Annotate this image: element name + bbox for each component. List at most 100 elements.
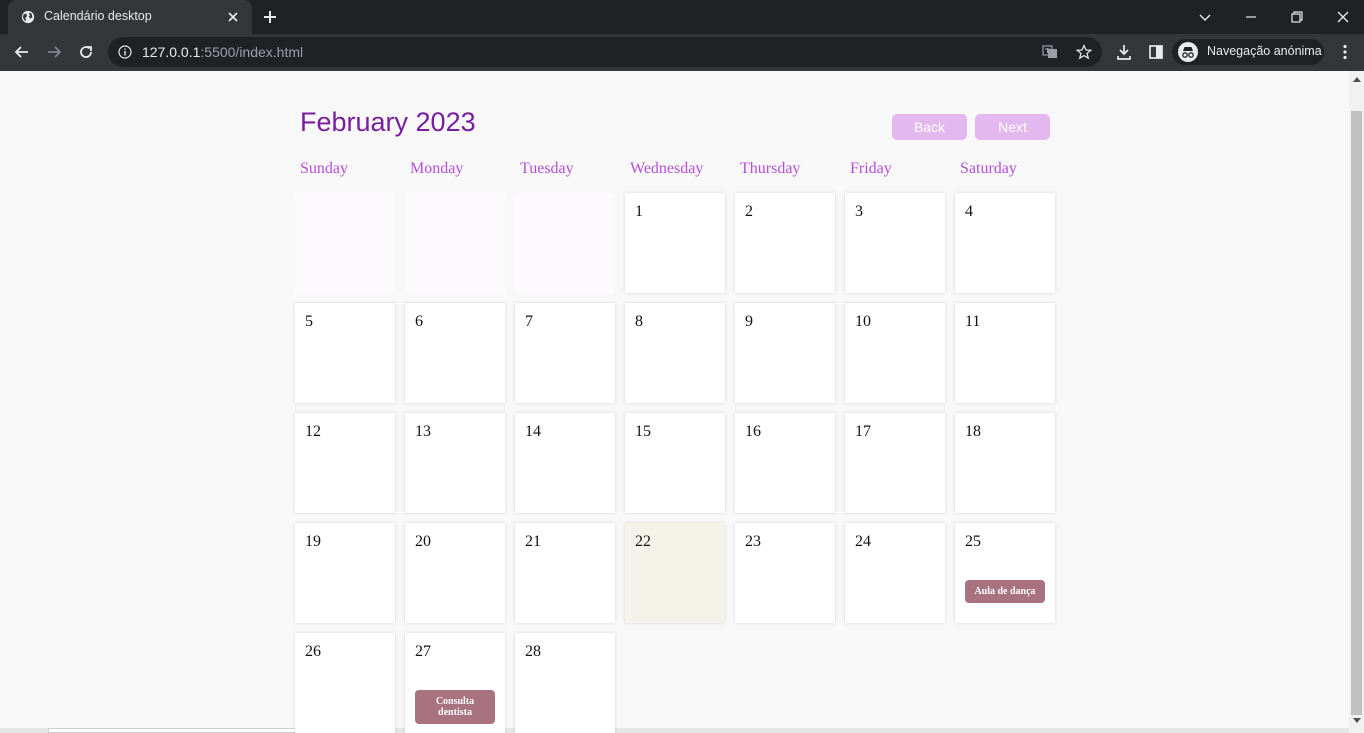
day-cell[interactable]: 12 (295, 413, 395, 513)
day-number: 27 (415, 643, 431, 660)
day-cell[interactable]: 1 (625, 193, 725, 293)
day-cell[interactable]: 23 (735, 523, 835, 623)
day-cell[interactable]: 20 (405, 523, 505, 623)
day-cell[interactable]: 14 (515, 413, 615, 513)
day-cell[interactable]: 7 (515, 303, 615, 403)
tab-title: Calendário desktop (44, 9, 152, 23)
weekday-saturday: Saturday (960, 160, 1017, 177)
download-icon[interactable] (1114, 42, 1134, 62)
day-cell[interactable]: 10 (845, 303, 945, 403)
weekday-sunday: Sunday (300, 160, 348, 177)
scroll-down-arrow-icon[interactable] (1353, 718, 1361, 723)
url-host: 127.0.0.1 (142, 44, 201, 60)
padding-day-cell (515, 193, 615, 293)
day-cell[interactable]: 15 (625, 413, 725, 513)
day-number: 8 (635, 313, 643, 330)
translate-icon[interactable] (1042, 44, 1058, 60)
more-menu-icon[interactable] (1335, 42, 1355, 62)
scroll-up-arrow-icon[interactable] (1353, 77, 1361, 82)
close-tab-icon[interactable] (226, 10, 240, 24)
day-number: 21 (525, 533, 541, 550)
day-cell[interactable]: 21 (515, 523, 615, 623)
day-number: 9 (745, 313, 753, 330)
day-number: 13 (415, 423, 431, 440)
padding-day-cell (405, 193, 505, 293)
day-number: 24 (855, 533, 871, 550)
incognito-profile-button[interactable]: Navegação anónima (1172, 39, 1324, 65)
site-info-icon[interactable] (118, 45, 132, 59)
day-cell[interactable]: 16 (735, 413, 835, 513)
day-cell[interactable]: 19 (295, 523, 395, 623)
minimize-icon[interactable] (1241, 7, 1261, 27)
forward-arrow-icon[interactable] (44, 42, 64, 62)
day-number: 16 (745, 423, 761, 440)
padding-day-cell (295, 193, 395, 293)
scroll-thumb[interactable] (1351, 111, 1362, 715)
day-number: 4 (965, 203, 973, 220)
reload-icon[interactable] (76, 42, 96, 62)
profile-label: Navegação anónima (1207, 44, 1322, 58)
day-number: 20 (415, 533, 431, 550)
day-cell[interactable]: 6 (405, 303, 505, 403)
day-cell[interactable]: 4 (955, 193, 1055, 293)
day-cell[interactable]: 18 (955, 413, 1055, 513)
day-cell[interactable]: 24 (845, 523, 945, 623)
globe-icon (21, 10, 35, 24)
day-cell[interactable]: 2 (735, 193, 835, 293)
day-number: 18 (965, 423, 981, 440)
day-number: 19 (305, 533, 321, 550)
day-cell-today[interactable]: 22 (625, 523, 725, 623)
day-number: 17 (855, 423, 871, 440)
back-arrow-icon[interactable] (12, 42, 32, 62)
horizontal-scroll-thumb[interactable] (48, 728, 336, 733)
close-window-icon[interactable] (1333, 7, 1353, 27)
vertical-scrollbar[interactable] (1349, 71, 1364, 733)
url-path: :5500/index.html (200, 44, 304, 60)
day-number: 11 (965, 313, 981, 330)
day-number: 25 (965, 533, 981, 550)
restore-icon[interactable] (1287, 7, 1307, 27)
day-number: 12 (305, 423, 321, 440)
back-button[interactable]: Back (892, 114, 967, 140)
weekday-tuesday: Tuesday (520, 160, 574, 177)
day-number: 6 (415, 313, 423, 330)
weekday-friday: Friday (850, 160, 892, 177)
browser-tab[interactable]: Calendário desktop (8, 0, 252, 34)
bookmark-star-icon[interactable] (1076, 44, 1092, 60)
tab-search-icon[interactable] (1195, 7, 1215, 27)
weekday-thursday: Thursday (740, 160, 801, 177)
day-cell[interactable]: 28 (515, 633, 615, 733)
day-cell[interactable]: 5 (295, 303, 395, 403)
day-number: 28 (525, 643, 541, 660)
address-bar[interactable]: 127.0.0.1:5500/index.html (108, 37, 1102, 67)
day-cell[interactable]: 26 (295, 633, 395, 733)
horizontal-scrollbar[interactable] (0, 728, 1349, 733)
day-number: 7 (525, 313, 533, 330)
day-cell[interactable]: 11 (955, 303, 1055, 403)
weekday-wednesday: Wednesday (630, 160, 704, 177)
day-cell[interactable]: 3 (845, 193, 945, 293)
browser-toolbar: 127.0.0.1:5500/index.html Navegação anón… (0, 34, 1364, 71)
day-cell[interactable]: 9 (735, 303, 835, 403)
month-title: February 2023 (300, 107, 476, 137)
day-cell[interactable]: 25 Aula de dança (955, 523, 1055, 623)
day-number: 1 (635, 203, 643, 220)
day-number: 3 (855, 203, 863, 220)
day-cell[interactable]: 17 (845, 413, 945, 513)
day-cell[interactable]: 8 (625, 303, 725, 403)
incognito-icon (1178, 42, 1198, 62)
new-tab-icon[interactable] (262, 9, 278, 25)
url-text: 127.0.0.1:5500/index.html (142, 44, 303, 60)
day-cell[interactable]: 27 Consulta dentista (405, 633, 505, 733)
day-number: 22 (635, 533, 651, 550)
day-number: 26 (305, 643, 321, 660)
event-badge[interactable]: Aula de dança (965, 580, 1045, 603)
day-number: 2 (745, 203, 753, 220)
side-panel-icon[interactable] (1146, 42, 1166, 62)
next-button[interactable]: Next (975, 114, 1050, 140)
day-number: 5 (305, 313, 313, 330)
day-number: 14 (525, 423, 541, 440)
event-badge[interactable]: Consulta dentista (415, 690, 495, 724)
day-cell[interactable]: 13 (405, 413, 505, 513)
weekday-monday: Monday (410, 160, 464, 177)
